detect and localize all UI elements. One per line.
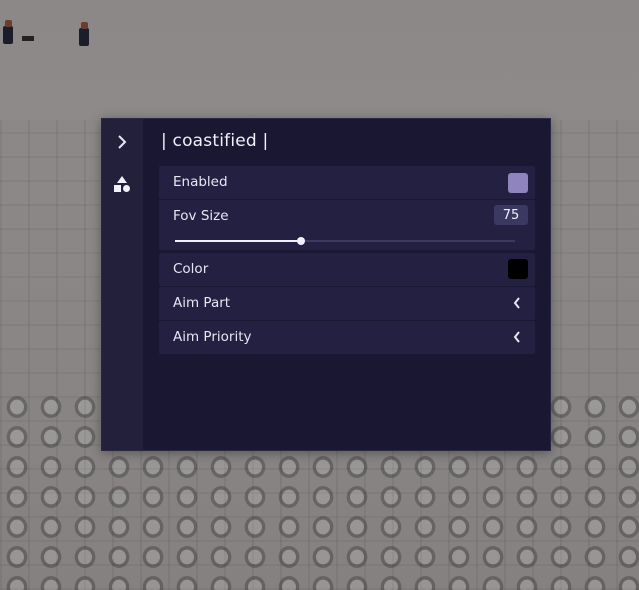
chevron-right-icon[interactable] bbox=[111, 131, 133, 153]
aim-priority-label: Aim Priority bbox=[173, 329, 252, 345]
color-label: Color bbox=[173, 261, 209, 277]
aimbot-panel: | coastified | Enabled Fov Size 75 Color… bbox=[101, 118, 551, 451]
avatar-body bbox=[79, 28, 89, 46]
enabled-checkbox[interactable] bbox=[508, 173, 528, 193]
fov-size-row: Fov Size 75 bbox=[159, 200, 535, 250]
color-row: Color bbox=[159, 253, 535, 286]
avatar-head bbox=[5, 20, 12, 27]
fov-size-value-input[interactable]: 75 bbox=[494, 205, 528, 225]
sky-area bbox=[0, 0, 639, 120]
settings-content: | coastified | Enabled Fov Size 75 Color… bbox=[143, 119, 550, 450]
avatar-body bbox=[3, 26, 13, 44]
player-avatar bbox=[79, 22, 89, 46]
sidebar bbox=[102, 119, 143, 450]
avatar-head bbox=[81, 22, 88, 29]
enabled-label: Enabled bbox=[173, 174, 228, 190]
aim-part-row[interactable]: Aim Part bbox=[159, 287, 535, 320]
game-prop bbox=[22, 36, 34, 41]
fov-size-slider-fill bbox=[175, 240, 301, 242]
fov-size-slider[interactable] bbox=[175, 237, 515, 245]
color-swatch[interactable] bbox=[508, 259, 528, 279]
player-avatar bbox=[3, 20, 13, 44]
enabled-row: Enabled bbox=[159, 166, 535, 199]
aim-priority-row[interactable]: Aim Priority bbox=[159, 321, 535, 354]
chevron-left-icon[interactable] bbox=[511, 328, 523, 346]
shapes-icon[interactable] bbox=[111, 173, 133, 195]
fov-size-slider-handle[interactable] bbox=[296, 237, 305, 245]
fov-size-label: Fov Size bbox=[173, 208, 229, 224]
window-title: | coastified | bbox=[161, 131, 269, 151]
aim-part-label: Aim Part bbox=[173, 295, 231, 311]
chevron-left-icon[interactable] bbox=[511, 294, 523, 312]
